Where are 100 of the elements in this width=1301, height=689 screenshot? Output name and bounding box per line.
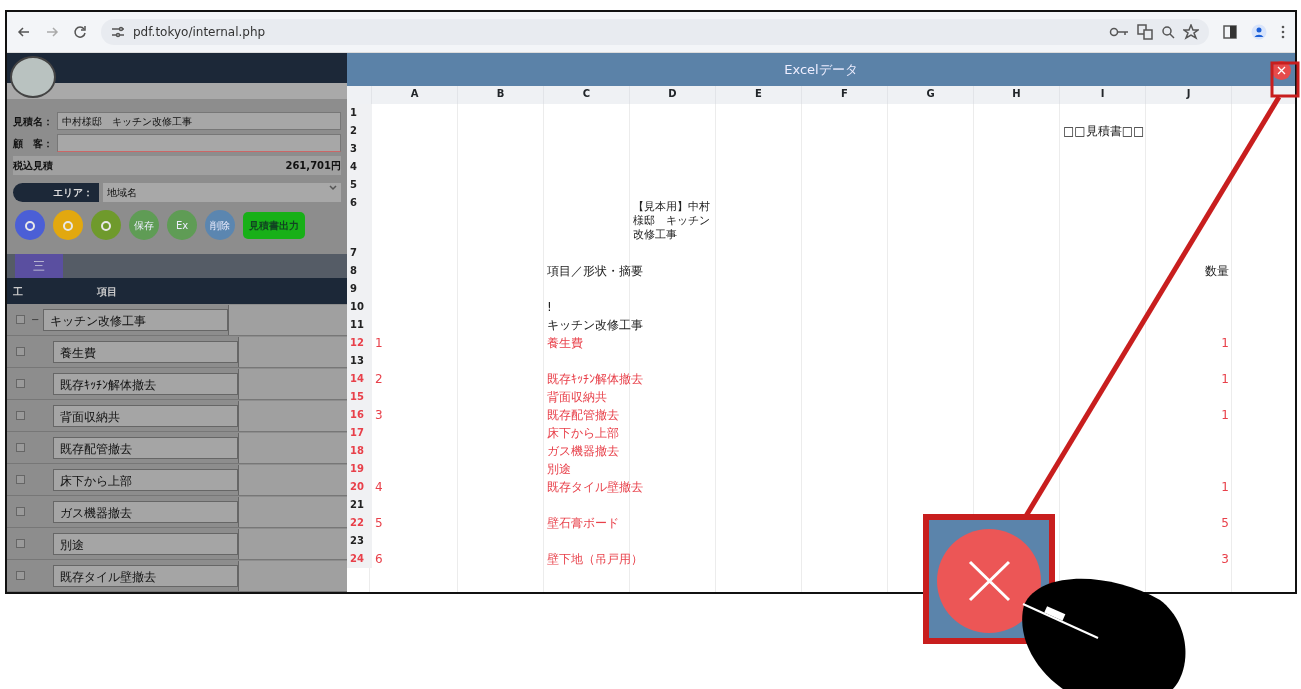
checkbox[interactable] bbox=[16, 315, 25, 324]
empty-field[interactable] bbox=[238, 432, 347, 463]
item-field[interactable]: 背面収納共 bbox=[53, 404, 238, 427]
estimate-name-field[interactable]: 中村様邸 キッチン改修工事 bbox=[57, 112, 341, 130]
item-field[interactable]: 既存ｷｯﾁﾝ解体撤去 bbox=[53, 372, 238, 395]
key-icon[interactable] bbox=[1109, 26, 1129, 38]
checkbox[interactable] bbox=[16, 411, 25, 420]
cell-text: 既存タイル壁撤去 bbox=[547, 480, 643, 494]
export-button[interactable]: 見積書出力 bbox=[243, 211, 305, 239]
cell-text: 6 bbox=[375, 552, 383, 566]
star-icon[interactable] bbox=[1183, 24, 1199, 40]
column-header: E bbox=[716, 86, 802, 104]
side-panel-icon[interactable] bbox=[1223, 25, 1237, 39]
empty-field[interactable] bbox=[238, 496, 347, 527]
action-button[interactable] bbox=[91, 210, 121, 240]
cell-text: 3 bbox=[375, 408, 383, 422]
item-field[interactable]: キッチン改修工事 bbox=[43, 308, 228, 331]
empty-field[interactable] bbox=[238, 528, 347, 559]
empty-field[interactable] bbox=[238, 464, 347, 495]
action-button[interactable]: 削除 bbox=[205, 210, 235, 240]
item-field[interactable]: 別途 bbox=[53, 532, 238, 555]
checkbox[interactable] bbox=[16, 347, 25, 356]
modal-title: Excelデータ bbox=[784, 60, 858, 79]
header-corner bbox=[347, 86, 372, 104]
row-number: 20 bbox=[347, 478, 372, 496]
row-number: 9 bbox=[347, 280, 372, 298]
row-number: 6 bbox=[347, 194, 372, 244]
cell-text: 背面収納共 bbox=[547, 390, 607, 404]
cell-text: 【見本用】中村様邸 キッチン改修工事 bbox=[633, 200, 710, 241]
empty-field[interactable] bbox=[228, 304, 347, 335]
action-icon bbox=[100, 219, 112, 232]
translate-icon[interactable] bbox=[1137, 24, 1153, 40]
row-number: 16 bbox=[347, 406, 372, 424]
url-text[interactable]: pdf.tokyo/internal.php bbox=[133, 23, 266, 41]
more-icon[interactable] bbox=[1281, 25, 1285, 39]
row-number: 11 bbox=[347, 316, 372, 334]
checkbox[interactable] bbox=[16, 539, 25, 548]
checkbox[interactable] bbox=[16, 475, 25, 484]
empty-field[interactable] bbox=[238, 336, 347, 367]
row-number: 24 bbox=[347, 550, 372, 568]
column-header: A bbox=[372, 86, 458, 104]
cell-text: 別途 bbox=[547, 462, 571, 476]
row-number: 2 bbox=[347, 122, 372, 140]
item-field[interactable]: 既存配管撤去 bbox=[53, 436, 238, 459]
cell-text: 4 bbox=[375, 480, 383, 494]
area-label: エリア： bbox=[13, 183, 99, 202]
action-button[interactable] bbox=[53, 210, 83, 240]
row-number: 12 bbox=[347, 334, 372, 352]
row-number: 18 bbox=[347, 442, 372, 460]
cell-text: 既存配管撤去 bbox=[547, 408, 619, 422]
action-button[interactable] bbox=[15, 210, 45, 240]
row-number: 8 bbox=[347, 262, 372, 280]
cell-text: 壁下地（吊戸用） bbox=[547, 552, 643, 566]
cell-text: 床下から上部 bbox=[547, 426, 619, 440]
area-select[interactable]: 地域名 bbox=[103, 183, 341, 202]
row-number: 10 bbox=[347, 298, 372, 316]
collapse-toggle[interactable]: − bbox=[31, 312, 43, 327]
row-number: 3 bbox=[347, 140, 372, 158]
row-number: 13 bbox=[347, 352, 372, 370]
action-icon bbox=[62, 219, 74, 232]
item-field[interactable]: ガス機器撤去 bbox=[53, 500, 238, 523]
back-icon[interactable] bbox=[17, 25, 31, 39]
customer-field[interactable] bbox=[57, 134, 341, 152]
item-field[interactable]: 養生費 bbox=[53, 340, 238, 363]
checkbox[interactable] bbox=[16, 571, 25, 580]
logo bbox=[10, 56, 56, 98]
zoom-icon[interactable] bbox=[1161, 25, 1175, 39]
checkbox[interactable] bbox=[16, 379, 25, 388]
checkbox[interactable] bbox=[16, 507, 25, 516]
forward-icon[interactable] bbox=[45, 25, 59, 39]
column-header: D bbox=[630, 86, 716, 104]
row-number: 23 bbox=[347, 532, 372, 550]
row-number: 1 bbox=[347, 104, 372, 122]
profile-icon[interactable] bbox=[1251, 24, 1267, 40]
cell-text: 3 bbox=[1220, 552, 1229, 566]
column-header: C bbox=[544, 86, 630, 104]
reload-icon[interactable] bbox=[73, 25, 87, 39]
item-field[interactable]: 既存タイル壁撤去 bbox=[53, 564, 238, 587]
total-label: 税込見積 bbox=[13, 159, 53, 173]
checkbox[interactable] bbox=[16, 443, 25, 452]
cell-text: ! bbox=[547, 300, 552, 314]
cell-text: □□見積書□□ bbox=[1063, 124, 1145, 138]
cell-text: 壁石膏ボード bbox=[547, 516, 619, 530]
cell-text: ガス機器撤去 bbox=[547, 444, 619, 458]
row-number: 7 bbox=[347, 244, 372, 262]
cell-text: 5 bbox=[1220, 516, 1229, 530]
empty-field[interactable] bbox=[238, 368, 347, 399]
column-header: 工 bbox=[12, 284, 24, 299]
cell-text: 数量 bbox=[1204, 264, 1229, 278]
site-settings-icon[interactable] bbox=[111, 26, 125, 38]
total-amount: 261,701円 bbox=[285, 159, 341, 173]
cell-text: 1 bbox=[1220, 336, 1229, 350]
item-field[interactable]: 床下から上部 bbox=[53, 468, 238, 491]
address-bar[interactable]: pdf.tokyo/internal.php bbox=[101, 19, 1209, 45]
empty-field[interactable] bbox=[238, 400, 347, 431]
empty-field[interactable] bbox=[238, 560, 347, 591]
highlight-frame bbox=[1270, 61, 1300, 98]
cell-text: 1 bbox=[1220, 408, 1229, 422]
action-icon bbox=[24, 219, 36, 232]
tab[interactable]: 三 bbox=[15, 254, 63, 278]
